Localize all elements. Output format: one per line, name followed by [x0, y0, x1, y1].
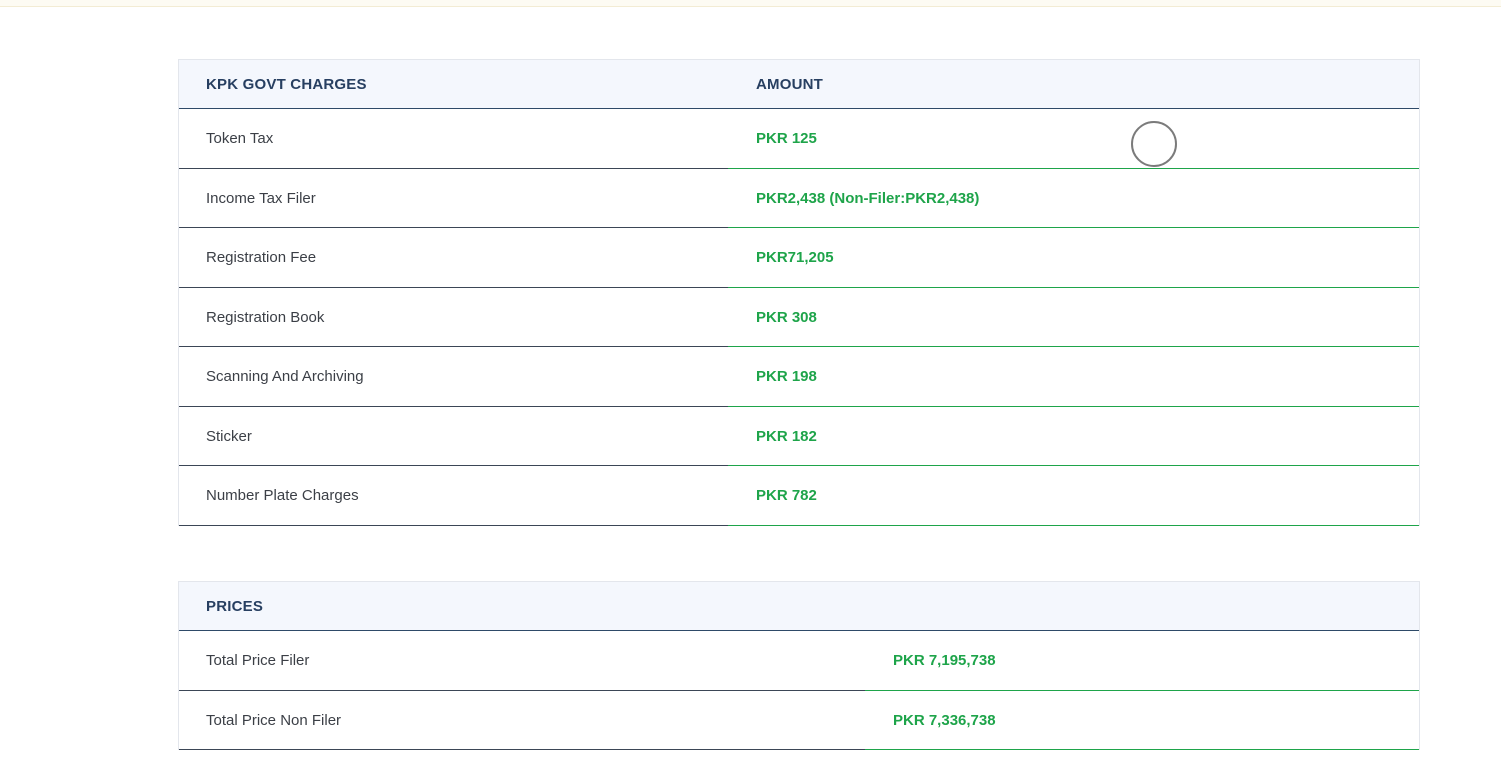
table-row-income-tax-filer: Income Tax Filer PKR2,438 (Non-Filer:PKR…: [179, 169, 1419, 228]
row-amount: PKR71,205: [756, 249, 834, 266]
row-label: Total Price Non Filer: [206, 711, 342, 729]
table-row-total-price-non-filer: Total Price Non Filer PKR 7,336,738: [179, 691, 1419, 750]
row-label: Token Tax: [206, 130, 274, 147]
row-amount: PKR 782: [756, 487, 817, 504]
row-divider-accent: [728, 524, 1419, 526]
row-amount: PKR 7,195,738: [893, 652, 996, 669]
row-amount: PKR 125: [756, 130, 817, 147]
table-row-scanning-archiving: Scanning And Archiving PKR 198: [179, 347, 1419, 407]
table-row-token-tax: Token Tax PKR 125: [179, 109, 1419, 169]
row-label: Total Price Filer: [206, 652, 310, 669]
row-amount: PKR 198: [756, 368, 817, 385]
table-row-registration-book: Registration Book PKR 308: [179, 288, 1419, 347]
charges-column-header: KPK GOVT CHARGES: [206, 76, 367, 93]
top-notice-strip: [0, 0, 1501, 7]
table-row-sticker: Sticker PKR 182: [179, 407, 1419, 466]
row-divider: [179, 749, 865, 750]
row-amount: PKR 308: [756, 308, 817, 326]
row-label: Sticker: [206, 427, 252, 445]
row-label: Registration Book: [206, 308, 325, 326]
row-label: Income Tax Filer: [206, 189, 316, 207]
row-divider: [179, 524, 728, 526]
table-row-registration-fee: Registration Fee PKR71,205: [179, 228, 1419, 288]
row-amount: PKR 7,336,738: [893, 711, 996, 729]
row-divider-accent: [865, 749, 1419, 750]
row-label: Number Plate Charges: [206, 487, 359, 504]
govt-charges-table: KPK GOVT CHARGES AMOUNT Token Tax PKR 12…: [178, 59, 1420, 526]
row-amount: PKR2,438 (Non-Filer:PKR2,438): [756, 189, 980, 207]
prices-table-header: PRICES: [179, 581, 1419, 631]
row-label: Scanning And Archiving: [206, 368, 364, 385]
row-label: Registration Fee: [206, 249, 317, 266]
amount-column-header: AMOUNT: [756, 76, 824, 93]
govt-charges-table-header: KPK GOVT CHARGES AMOUNT: [179, 59, 1419, 109]
prices-table: PRICES Total Price Filer PKR 7,195,738 T…: [178, 581, 1420, 750]
row-amount: PKR 182: [756, 427, 817, 445]
prices-column-header: PRICES: [206, 598, 264, 615]
table-row-total-price-filer: Total Price Filer PKR 7,195,738: [179, 631, 1419, 691]
table-row-number-plate-charges: Number Plate Charges PKR 782: [179, 466, 1419, 526]
cursor-ring-icon: [1131, 121, 1177, 167]
